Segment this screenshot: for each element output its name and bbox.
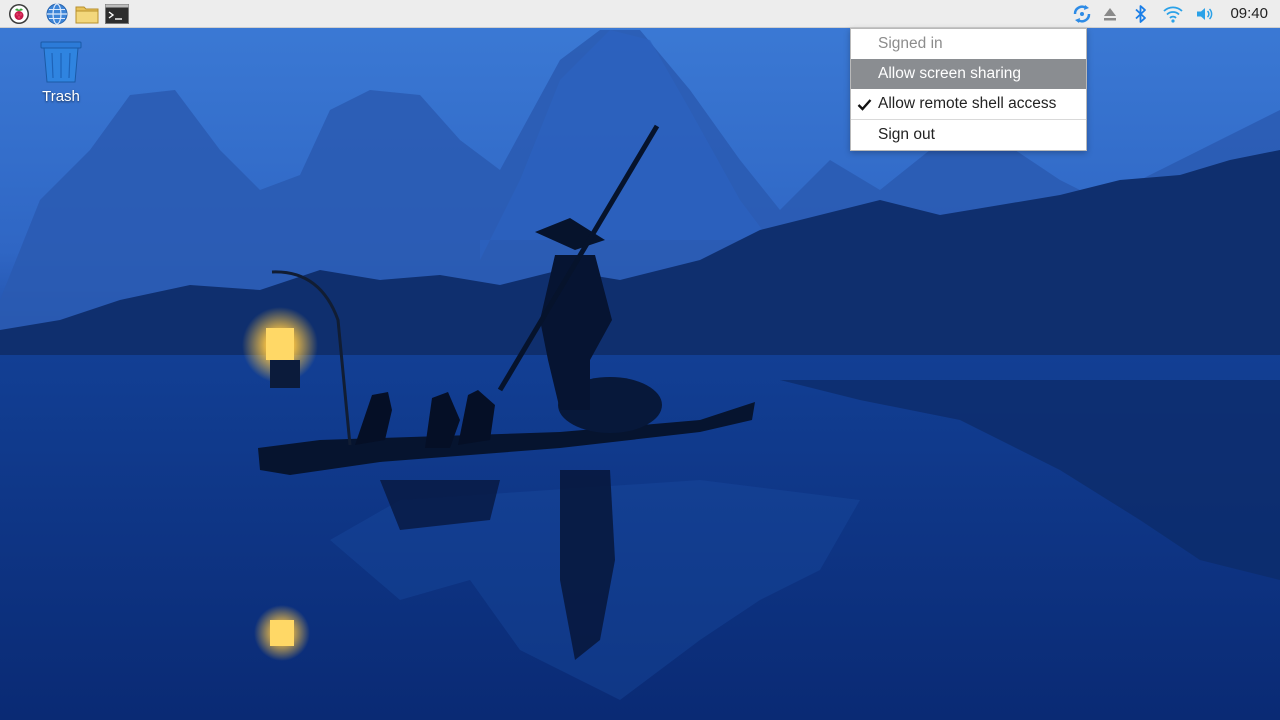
menu-item-label: Allow remote shell access <box>878 95 1057 112</box>
menu-item-label: Signed in <box>878 35 943 52</box>
menu-item-label: Allow screen sharing <box>878 65 1022 82</box>
menu-item-label: Sign out <box>878 126 935 143</box>
wifi-icon[interactable] <box>1161 2 1185 26</box>
trash-icon <box>40 41 82 83</box>
volume-icon[interactable] <box>1193 2 1217 26</box>
vnc-icon[interactable] <box>1070 2 1094 26</box>
terminal-icon[interactable] <box>105 2 129 26</box>
menu-item-allow-remote-shell-access[interactable]: Allow remote shell access <box>851 89 1086 119</box>
web-browser-icon[interactable] <box>45 2 69 26</box>
trash-desktop-item[interactable]: Trash <box>30 40 92 105</box>
menu-item-signed-in: Signed in <box>851 29 1086 59</box>
bluetooth-icon[interactable] <box>1129 2 1153 26</box>
clock[interactable]: 09:40 <box>1230 0 1268 28</box>
menu-item-allow-screen-sharing[interactable]: Allow screen sharing <box>851 59 1086 89</box>
vnc-context-menu: Signed in Allow screen sharing Allow rem… <box>850 28 1087 151</box>
taskbar: 09:40 <box>0 0 1280 28</box>
checkmark-icon <box>857 89 873 119</box>
raspberry-menu-icon[interactable] <box>7 2 31 26</box>
file-manager-icon[interactable] <box>75 2 99 26</box>
eject-icon[interactable] <box>1098 2 1122 26</box>
trash-label: Trash <box>42 88 80 105</box>
desktop-wallpaper <box>0 0 1280 720</box>
menu-item-sign-out[interactable]: Sign out <box>851 119 1086 150</box>
